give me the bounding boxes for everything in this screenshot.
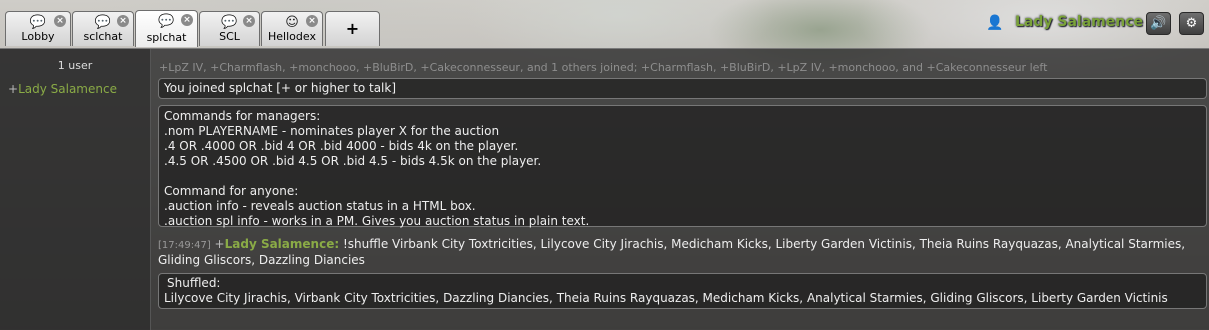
sound-button[interactable]: 🔊 <box>1146 12 1171 35</box>
user-list-item[interactable]: +Lady Salamence <box>8 82 117 96</box>
tab-label: Lobby <box>21 30 55 43</box>
infobox-line <box>164 169 1201 184</box>
user-name: Lady Salamence <box>18 82 117 96</box>
room-tab-bar: 💬 × Lobby 💬 × sclchat 💬 × splchat 💬 × SC… <box>0 0 1209 48</box>
close-icon[interactable]: × <box>181 14 193 26</box>
chat-message: [17:49:47] +Lady Salamence: !shuffle Vir… <box>158 237 1203 268</box>
message-author[interactable]: Lady Salamence: <box>225 237 340 251</box>
infobox-line: Command for anyone: <box>164 184 299 198</box>
tab-label: splchat <box>146 31 187 44</box>
joined-notice: You joined splchat [+ or higher to talk] <box>158 78 1207 99</box>
infobox-line: .auction info - reveals auction status i… <box>164 199 476 213</box>
chat-room-panel: 1 user +Lady Salamence +LpZ IV, +Charmfl… <box>0 48 1209 330</box>
user-count: 1 user <box>57 59 93 72</box>
shuffled-title: Shuffled: <box>167 276 221 290</box>
tab-sclchat[interactable]: 💬 × sclchat <box>72 11 134 46</box>
settings-button[interactable]: ⚙ <box>1179 12 1204 35</box>
gear-icon: ⚙ <box>1185 16 1198 31</box>
close-icon[interactable]: × <box>306 15 318 27</box>
close-icon[interactable]: × <box>117 15 129 27</box>
user-area: 👤 Lady Salamence 🔊 ⚙ <box>969 11 1209 35</box>
message-rank: + <box>214 237 225 251</box>
tab-lobby[interactable]: 💬 × Lobby <box>5 11 71 46</box>
shuffled-text: Lilycove City Jirachis, Virbank City Tox… <box>164 291 1168 305</box>
shuffled-infobox: Shuffled: Lilycove City Jirachis, Virban… <box>158 273 1207 309</box>
person-icon: 👤 <box>986 15 1004 31</box>
commands-infobox: Commands for managers: .nom PLAYERNAME -… <box>158 105 1207 228</box>
close-icon[interactable]: × <box>243 15 255 27</box>
tab-label: sclchat <box>83 30 123 43</box>
user-rank: + <box>8 82 19 96</box>
tab-label: Hellodex <box>268 30 316 43</box>
volume-icon: 🔊 <box>1150 16 1167 31</box>
infobox-line: .4 OR .4000 OR .bid 4 OR .bid 4000 - bid… <box>164 139 519 153</box>
tab-hellodex[interactable]: ☺ × Hellodex <box>261 11 323 46</box>
message-timestamp: [17:49:47] <box>158 240 211 251</box>
current-username[interactable]: Lady Salamence <box>1015 14 1143 30</box>
add-tab-button[interactable]: + <box>325 11 380 46</box>
tab-splchat[interactable]: 💬 × splchat <box>135 10 198 47</box>
chat-log[interactable]: +LpZ IV, +Charmflash, +monchooo, +BluBir… <box>158 49 1209 330</box>
infobox-line: Commands for managers: <box>164 109 321 123</box>
infobox-line: .nom PLAYERNAME - nominates player X for… <box>164 124 500 138</box>
tab-scl[interactable]: 💬 × SCL <box>199 11 260 46</box>
close-icon[interactable]: × <box>54 15 66 27</box>
user-list: 1 user +Lady Salamence <box>0 49 151 330</box>
tab-label: SCL <box>219 30 240 43</box>
infobox-line: .4.5 OR .4500 OR .bid 4.5 OR .bid 4.5 - … <box>164 154 542 168</box>
join-leave-log: +LpZ IV, +Charmflash, +monchooo, +BluBir… <box>159 61 1048 74</box>
infobox-line: .auction spl info - works in a PM. Gives… <box>164 214 590 228</box>
